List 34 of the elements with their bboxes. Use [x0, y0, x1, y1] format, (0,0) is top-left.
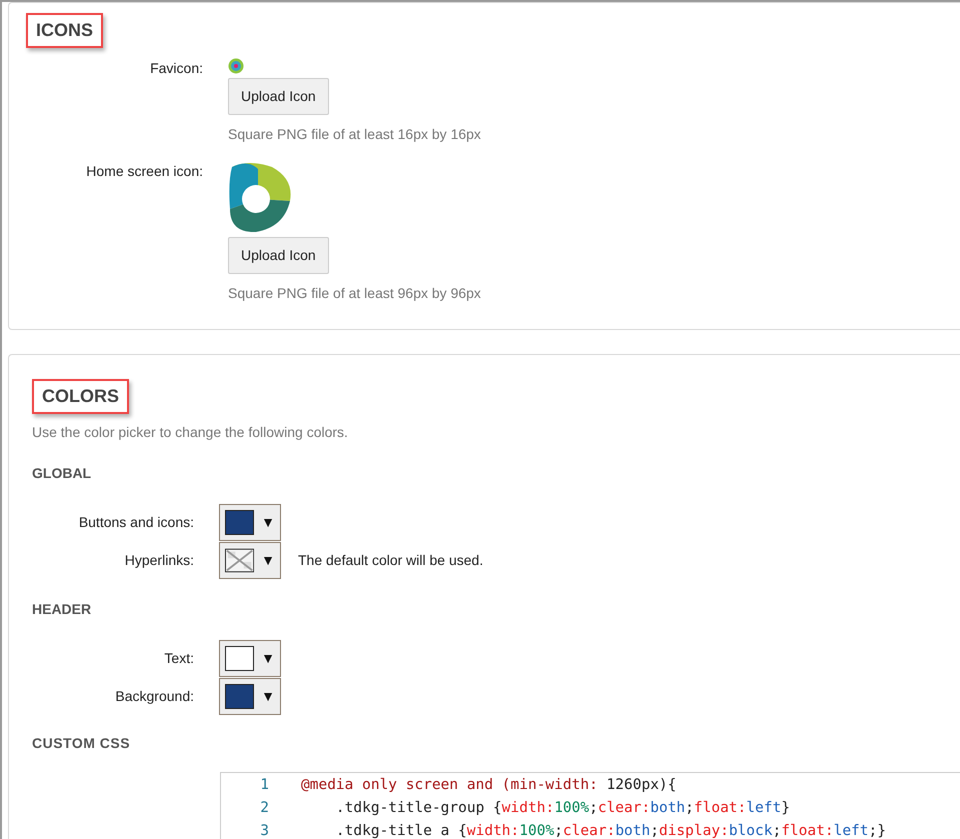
line-number: 2 [259, 798, 269, 818]
caret-icon: ▼ [261, 648, 275, 669]
field-label: Favicon: [149, 59, 203, 78]
section-heading: ICONS [36, 20, 94, 40]
caret-icon: ▼ [261, 686, 275, 707]
code-line: .tdkg-title-group {width:100%;clear:both;float:left} [334, 798, 790, 818]
upload-button[interactable]: Upload Icon [228, 78, 329, 115]
favicon-icon [228, 58, 244, 74]
note-text: The default color will be used. [298, 551, 484, 570]
description-text: Use the color picker to change the following colors. [32, 423, 349, 442]
code-line: @media only screen and (min-width: 1260px){ [301, 776, 676, 795]
field-label: Buttons and icons: [78, 513, 194, 532]
caret-icon: ▼ [261, 550, 275, 571]
group-title: GLOBAL [32, 464, 92, 483]
color-picker[interactable]: ▼ [219, 542, 281, 579]
hint-text: Square PNG file of at least 16px by 16px [228, 125, 481, 144]
section-heading: COLORS [42, 386, 120, 406]
field-label: Home screen icon: [85, 162, 203, 181]
code-line: .tdkg-title a {width:100%;clear:both;display:block;float:left;} [334, 822, 886, 839]
field-label: Hyperlinks: [124, 551, 194, 570]
line-number: 1 [259, 776, 269, 795]
color-picker[interactable]: ▼ [219, 640, 281, 677]
logo-drawing [228, 161, 292, 233]
upload-button[interactable]: Upload Icon [228, 237, 329, 274]
hint-text: Square PNG file of at least 96px by 96px [228, 284, 481, 303]
color-picker[interactable]: ▼ [219, 678, 281, 715]
code-editor[interactable]: 1 @media only screen and (min-width: 1260px){ 2 .tdkg-title-group {width:100%;clear:both;float:left} 3 .tdkg-title a {width:100%;clear:both;display:block;float:left;} [220, 772, 960, 839]
line-number: 3 [259, 822, 269, 839]
caret-icon: ▼ [261, 512, 275, 533]
group-title: CUSTOM CSS [32, 734, 132, 753]
field-label: Text: [163, 649, 194, 668]
group-title: HEADER [32, 600, 92, 619]
field-label: Background: [114, 687, 194, 706]
color-picker[interactable]: ▼ [219, 504, 281, 541]
